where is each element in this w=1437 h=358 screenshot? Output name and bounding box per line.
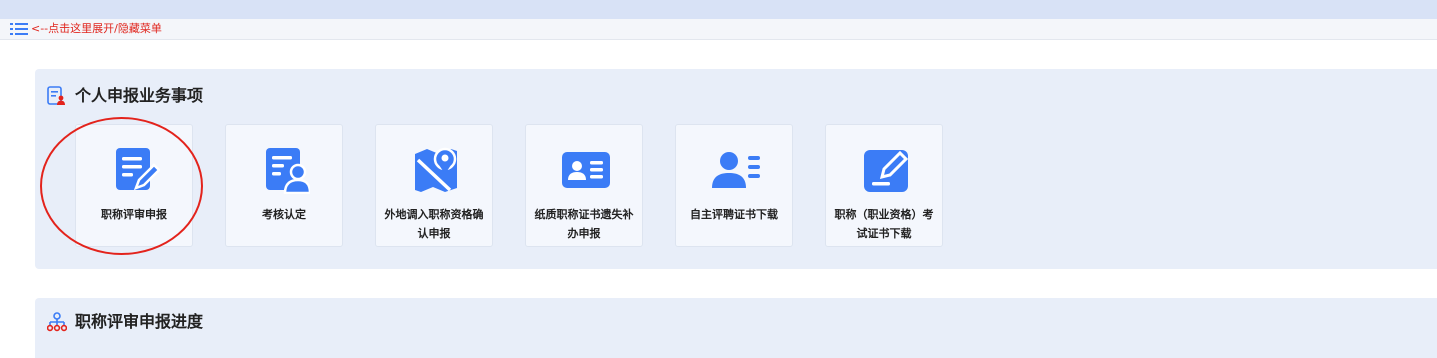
user-document-icon xyxy=(266,148,310,194)
tile-self-appointment-download[interactable]: 自主评聘证书下载 xyxy=(675,124,793,247)
tile-certificate-reissue[interactable]: 纸质职称证书遗失补办申报 xyxy=(525,124,643,247)
tile-label: 职称（职业资格）考试证书下载 xyxy=(834,208,934,240)
pen-square-icon xyxy=(864,150,909,192)
progress-panel: 职称评审申报进度 xyxy=(35,298,1437,358)
map-pin-icon xyxy=(415,147,457,192)
user-list-icon xyxy=(712,152,760,188)
tile-label: 外地调入职称资格确认申报 xyxy=(384,208,484,240)
panel-title: 个人申报业务事项 xyxy=(75,86,204,105)
tile-label: 考核认定 xyxy=(262,208,306,221)
top-banner xyxy=(0,0,1437,19)
tile-title-review-application[interactable]: 职称评审申报 xyxy=(75,124,193,247)
list-icon[interactable] xyxy=(10,23,28,35)
tile-label: 纸质职称证书遗失补办申报 xyxy=(534,208,634,240)
menu-toggle-bar: <--点击这里展开/隐藏菜单 xyxy=(0,19,1437,40)
panel-title: 职称评审申报进度 xyxy=(75,312,204,331)
id-card-icon xyxy=(562,152,610,188)
tile-transfer-confirmation[interactable]: 外地调入职称资格确认申报 xyxy=(375,124,493,247)
tile-label: 职称评审申报 xyxy=(101,208,167,221)
org-chart-icon xyxy=(47,312,67,332)
personal-document-icon xyxy=(47,86,65,105)
tile-assessment-recognition[interactable]: 考核认定 xyxy=(225,124,343,247)
tile-label: 自主评聘证书下载 xyxy=(690,208,778,221)
menu-toggle-link[interactable]: <--点击这里展开/隐藏菜单 xyxy=(31,22,162,35)
personal-business-panel: 个人申报业务事项 职称评审申报 考核认定 外地调入职称资格确认申报 纸质职称证书… xyxy=(35,69,1437,269)
tile-exam-certificate-download[interactable]: 职称（职业资格）考试证书下载 xyxy=(825,124,943,247)
edit-document-icon xyxy=(116,148,160,191)
